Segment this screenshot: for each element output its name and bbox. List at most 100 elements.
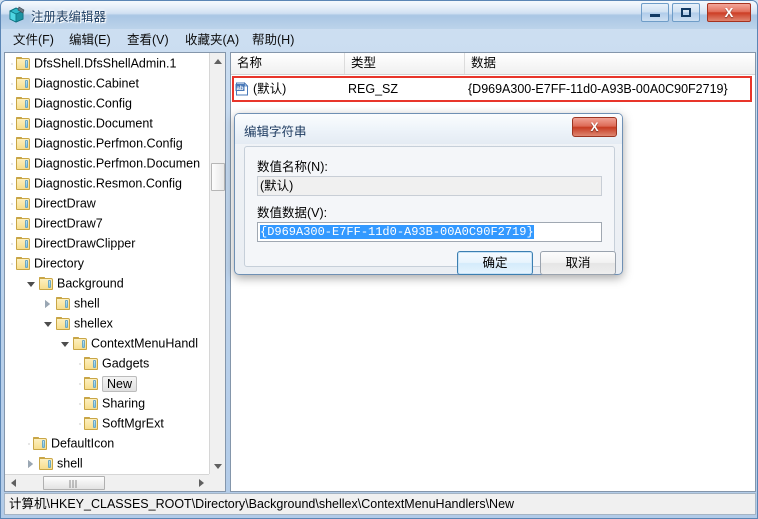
svg-text:ab: ab <box>236 86 243 92</box>
tree-vertical-scrollbar[interactable] <box>209 53 225 474</box>
tree-item-label: Diagnostic.Cabinet <box>34 76 139 91</box>
tree-connector <box>9 133 16 154</box>
tree-item-label: New <box>102 375 138 392</box>
minimize-button[interactable] <box>641 3 669 22</box>
tree-item-label: DirectDrawClipper <box>34 236 136 251</box>
registry-tree-pane: DfsShell.DfsShellAdmin.1 Diagnostic.Cabin… <box>4 52 226 492</box>
tree-item-background[interactable]: Background <box>5 273 210 293</box>
tree-item-label: ContextMenuHandl <box>91 336 199 351</box>
tree-item-diagnostic-document[interactable]: Diagnostic.Document <box>5 113 210 134</box>
folder-icon <box>16 136 32 151</box>
vertical-scroll-thumb[interactable] <box>211 163 225 191</box>
tree-connector <box>77 393 84 414</box>
tree-item-shell[interactable]: shell <box>5 293 210 313</box>
menu-edit[interactable]: 编辑(E) <box>63 31 117 49</box>
dialog-close-button[interactable]: X <box>572 117 617 137</box>
chevron-down-icon[interactable] <box>43 314 56 334</box>
folder-icon <box>39 456 55 471</box>
tree-connector <box>9 253 16 274</box>
tree-item-label: Diagnostic.Resmon.Config <box>34 176 182 191</box>
scroll-up-button[interactable] <box>210 53 225 69</box>
tree-item-shellex[interactable]: shellex <box>5 313 210 333</box>
value-type-cell: REG_SZ <box>348 82 399 96</box>
folder-icon <box>16 216 32 231</box>
horizontal-scroll-thumb[interactable] <box>43 476 105 490</box>
column-header-data[interactable]: 数据 <box>465 53 755 74</box>
value-data-input[interactable]: {D969A300-E7FF-11d0-A93B-00A0C90F2719} <box>257 222 602 242</box>
tree-item-directdraw[interactable]: DirectDraw <box>5 193 210 214</box>
menu-view[interactable]: 查看(V) <box>121 31 175 49</box>
tree-item-label: Background <box>57 276 124 291</box>
folder-icon <box>84 416 100 431</box>
tree-item-label: Diagnostic.Perfmon.Config <box>34 136 183 151</box>
tree-item-directdrawclipper[interactable]: DirectDrawClipper <box>5 233 210 254</box>
tree-item-diagnostic-cabinet[interactable]: Diagnostic.Cabinet <box>5 73 210 94</box>
tree-item-label: DirectDraw7 <box>34 216 103 231</box>
chevron-down-icon[interactable] <box>26 274 39 294</box>
status-bar-path: 计算机\HKEY_CLASSES_ROOT\Directory\Backgrou… <box>4 493 756 515</box>
tree-item-label: shellex <box>74 316 113 331</box>
tree-horizontal-scrollbar[interactable] <box>5 474 209 491</box>
window-title: 注册表编辑器 <box>31 10 107 24</box>
chevron-right-icon[interactable] <box>26 454 39 473</box>
value-name-cell: (默认) <box>253 82 287 96</box>
menu-file[interactable]: 文件(F) <box>7 31 60 49</box>
tree-item-directory[interactable]: Directory <box>5 253 210 274</box>
tree-item-diagnostic-config[interactable]: Diagnostic.Config <box>5 93 210 114</box>
folder-icon <box>73 336 89 351</box>
edit-string-dialog: 编辑字符串 X 数值名称(N): (默认) 数值数据(V): {D969A300… <box>234 113 623 275</box>
list-column-headers: 名称 类型 数据 <box>231 53 755 75</box>
tree-connector <box>9 93 16 114</box>
menu-help[interactable]: 帮助(H) <box>246 31 300 49</box>
string-value-icon: ab <box>235 82 249 96</box>
table-row[interactable]: ab (默认) REG_SZ {D969A300-E7FF-11d0-A93B-… <box>231 79 755 99</box>
tree-connector <box>77 413 84 434</box>
folder-icon <box>56 296 72 311</box>
tree-item-diagnostic-perfmon-config[interactable]: Diagnostic.Perfmon.Config <box>5 133 210 154</box>
tree-connector <box>9 233 16 254</box>
column-header-name[interactable]: 名称 <box>231 53 345 74</box>
registry-editor-window: 注册表编辑器 X 文件(F) 编辑(E) 查看(V) 收藏夹(A) 帮助(H) … <box>0 0 758 519</box>
value-data-cell: {D969A300-E7FF-11d0-A93B-00A0C90F2719} <box>468 82 728 96</box>
tree-item-gadgets[interactable]: Gadgets <box>5 353 210 374</box>
folder-icon <box>16 236 32 251</box>
registry-editor-icon <box>9 6 25 23</box>
scroll-down-button[interactable] <box>210 458 225 474</box>
tree-item-softmgrext[interactable]: SoftMgrExt <box>5 413 210 434</box>
folder-icon <box>39 276 55 291</box>
window-titlebar: 注册表编辑器 X <box>1 1 757 29</box>
column-header-type[interactable]: 类型 <box>345 53 465 74</box>
menu-favorites[interactable]: 收藏夹(A) <box>179 31 245 49</box>
tree-item-label: DfsShell.DfsShellAdmin.1 <box>34 56 177 71</box>
tree-item-diagnostic-resmon-config[interactable]: Diagnostic.Resmon.Config <box>5 173 210 194</box>
tree-item-diagnostic-perfmon-documen[interactable]: Diagnostic.Perfmon.Documen <box>5 153 210 174</box>
close-button[interactable]: X <box>707 3 751 22</box>
maximize-button[interactable] <box>672 3 700 22</box>
tree-item-new[interactable]: New <box>5 373 210 394</box>
tree-connector <box>9 113 16 134</box>
folder-icon <box>84 396 100 411</box>
tree-connector <box>77 353 84 374</box>
chevron-down-icon[interactable] <box>60 334 73 354</box>
ok-button[interactable]: 确定 <box>457 251 533 275</box>
tree-item-shell[interactable]: shell <box>5 453 210 473</box>
folder-icon <box>16 176 32 191</box>
tree-item-label: Directory <box>34 256 85 271</box>
cancel-button[interactable]: 取消 <box>540 251 616 275</box>
value-data-label: 数值数据(V): <box>257 206 328 220</box>
tree-item-label: Diagnostic.Config <box>34 96 132 111</box>
tree-item-dfsshell-dfsshelladmin-1[interactable]: DfsShell.DfsShellAdmin.1 <box>5 53 210 74</box>
tree-connector <box>9 153 16 174</box>
tree-connector <box>9 53 16 74</box>
tree-item-directdraw7[interactable]: DirectDraw7 <box>5 213 210 234</box>
scroll-thumb-grip <box>69 480 79 488</box>
tree-item-defaulticon[interactable]: DefaultIcon <box>5 433 210 454</box>
scroll-right-button[interactable] <box>193 475 209 491</box>
folder-icon <box>16 76 32 91</box>
tree-item-sharing[interactable]: Sharing <box>5 393 210 414</box>
tree-item-contextmenuhandl[interactable]: ContextMenuHandl <box>5 333 210 353</box>
scroll-left-button[interactable] <box>5 475 21 491</box>
folder-icon <box>16 196 32 211</box>
folder-icon <box>16 96 32 111</box>
chevron-right-icon[interactable] <box>43 294 56 314</box>
